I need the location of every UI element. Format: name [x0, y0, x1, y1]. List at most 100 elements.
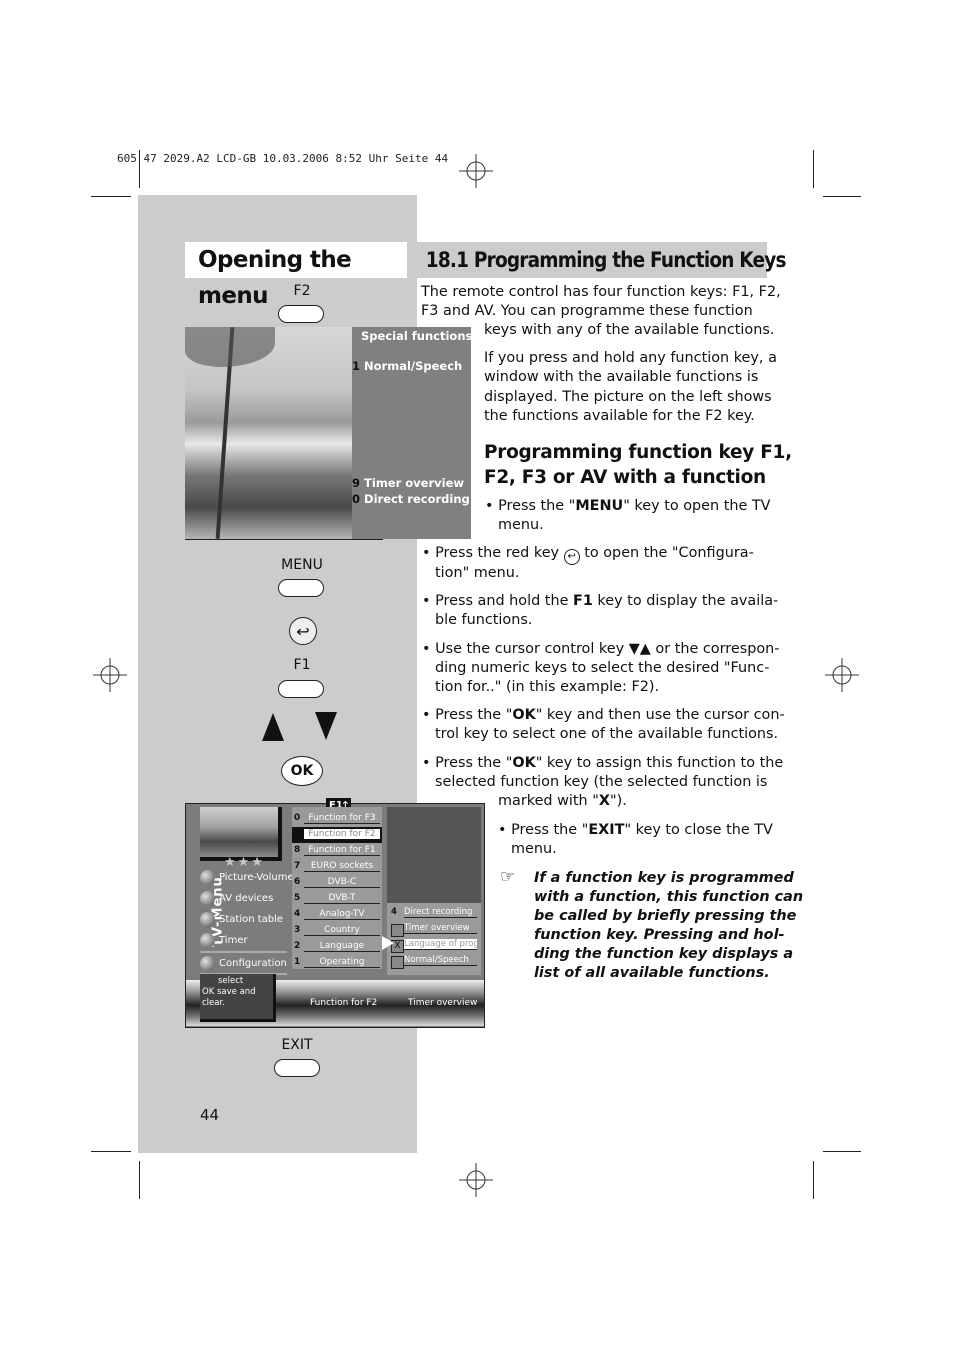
step-bullet: • Press the "OK" key and then use the cu…	[422, 707, 785, 723]
exit-key-label: EXIT	[281, 1037, 313, 1053]
special-functions-title: Special functions 2	[361, 329, 485, 343]
step-bullet: • Press the red key ↩ to open the "Confi…	[422, 544, 754, 565]
checkbox-icon	[391, 956, 404, 969]
crop-mark	[823, 1151, 861, 1152]
f1-key-icon	[278, 680, 324, 698]
red-return-key-icon: ↩	[289, 617, 317, 645]
step-continuation: ding numeric keys to select the desired …	[435, 660, 770, 676]
menu-ball-icon	[200, 932, 215, 948]
f2-key-label: F2	[293, 283, 311, 299]
config-item: 8 Function for F1	[292, 843, 382, 859]
menu-ball-icon	[200, 955, 215, 971]
section-title-left: Opening the menu	[198, 247, 352, 309]
tv-thumbnail	[200, 807, 282, 861]
registration-mark-icon	[825, 658, 859, 692]
registration-mark-icon	[459, 1163, 493, 1197]
f1-key-label: F1	[293, 657, 311, 673]
special-functions-panel: Special functions 2 1 Normal/Speech 9 Ti…	[352, 327, 484, 539]
tv-menu-screen: ★★★ TV-Menu Picture-Volume AV devices St…	[185, 798, 485, 1028]
print-slug: 605 47 2029.A2 LCD-GB 10.03.2006 8:52 Uh…	[117, 152, 449, 165]
crop-mark	[813, 150, 814, 188]
registration-mark-icon	[459, 154, 493, 188]
subheading: F2, F3 or AV with a function	[484, 467, 766, 488]
step-continuation: selected function key (the selected func…	[435, 774, 768, 790]
cursor-up-icon	[262, 713, 284, 741]
intro-line: displayed. The picture on the left shows	[484, 389, 772, 405]
note-line: function key. Pressing and hol-	[534, 927, 785, 943]
step-continuation: ble functions.	[435, 612, 533, 628]
help-box: select OK save and clear.	[200, 974, 276, 1022]
step-continuation: tion" menu.	[435, 565, 520, 581]
config-item: 7 EURO sockets	[292, 859, 382, 875]
selection-arrow-icon	[382, 936, 394, 950]
tv-menu-item-selected: Configuration	[200, 951, 287, 975]
status-left: Function for F2	[310, 998, 378, 1008]
special-function-item: 0 Direct recording	[352, 492, 470, 506]
config-item: 2 Language	[292, 939, 382, 955]
menu-key-icon	[278, 579, 324, 597]
page-number: 44	[200, 1106, 220, 1124]
menu-ball-icon	[200, 890, 215, 906]
function-item: 4 Direct recording	[389, 905, 479, 921]
tv-menu-item: Picture-Volume	[200, 867, 294, 887]
intro-line: F3 and AV. You can programme these funct…	[421, 303, 753, 319]
intro-line: the functions available for the F2 key.	[484, 408, 755, 424]
intro-line: If you press and hold any function key, …	[484, 350, 777, 366]
step-bullet: • Use the cursor control key ▼▲ or the c…	[422, 641, 780, 657]
crop-mark	[139, 1161, 140, 1199]
step-bullet: • Press the "MENU" key to open the TV	[485, 498, 771, 514]
step-bullet: • Press the "EXIT" key to close the TV	[498, 822, 773, 838]
function-item-selected: X Language of prog	[389, 937, 479, 953]
crop-mark	[823, 196, 861, 197]
ok-key-icon: OK	[281, 756, 323, 786]
title-left-box: Opening the menu	[185, 242, 407, 309]
menu-ball-icon	[200, 869, 215, 885]
intro-line: keys with any of the available functions…	[484, 322, 775, 338]
step-continuation: menu.	[511, 841, 557, 857]
note-line: be called by briefly pressing the	[534, 908, 797, 924]
intro-line: window with the available functions is	[484, 369, 759, 385]
f2-key-icon	[278, 305, 324, 323]
function-item: Timer overview	[389, 921, 479, 937]
function-preview	[387, 807, 481, 903]
crop-mark	[139, 150, 140, 188]
intro-line: The remote control has four function key…	[421, 284, 781, 300]
tv-menu-item: Station table	[200, 909, 283, 929]
crop-mark	[91, 1151, 131, 1152]
config-item: 1 Operating	[292, 955, 382, 971]
exit-key-icon	[274, 1059, 320, 1077]
step-continuation: tion for.." (in this example: F2).	[435, 679, 660, 695]
special-function-item: 9 Timer overview	[352, 476, 465, 490]
title-right-box: 18.1 Programming the Function Keys	[417, 242, 787, 278]
step-continuation: menu.	[498, 517, 544, 533]
config-item: 4 Analog-TV	[292, 907, 382, 923]
note-line: list of all available functions.	[534, 965, 770, 981]
tv-menu-item: AV devices	[200, 888, 273, 908]
crop-mark	[813, 1161, 814, 1199]
step-continuation: marked with "X").	[498, 793, 627, 809]
pointing-hand-icon: ☞	[500, 867, 516, 887]
step-bullet: • Press and hold the F1 key to display t…	[422, 593, 779, 609]
cursor-down-icon	[315, 712, 337, 740]
config-item: 6 DVB-C	[292, 875, 382, 891]
config-item-selected: 9 Function for F2	[292, 827, 382, 843]
config-item: 0 Function for F3	[292, 811, 382, 827]
menu-key-label: MENU	[281, 557, 323, 573]
note-line: ding the function key displays a	[534, 946, 794, 962]
subheading: Programming function key F1,	[484, 442, 792, 463]
special-function-item: 1 Normal/Speech	[352, 359, 463, 373]
tv-menu-item: Timer	[200, 930, 248, 950]
status-right: Timer overview	[408, 998, 478, 1008]
section-title-right: 18.1 Programming the Function Keys	[425, 248, 787, 272]
function-item: Normal/Speech	[389, 953, 479, 969]
crop-mark	[91, 196, 131, 197]
configuration-list: 0 Function for F3 9 Function for F2 8 Funct…	[292, 807, 382, 969]
tv-picture	[185, 327, 352, 539]
note-line: with a function, this function can	[534, 889, 804, 905]
menu-ball-icon	[200, 911, 215, 927]
config-item: 3 Country	[292, 923, 382, 939]
step-continuation: trol key to select one of the available …	[435, 726, 779, 742]
registration-mark-icon	[93, 658, 127, 692]
config-item: 5 DVB-T	[292, 891, 382, 907]
red-key-icon: ↩	[563, 549, 580, 565]
